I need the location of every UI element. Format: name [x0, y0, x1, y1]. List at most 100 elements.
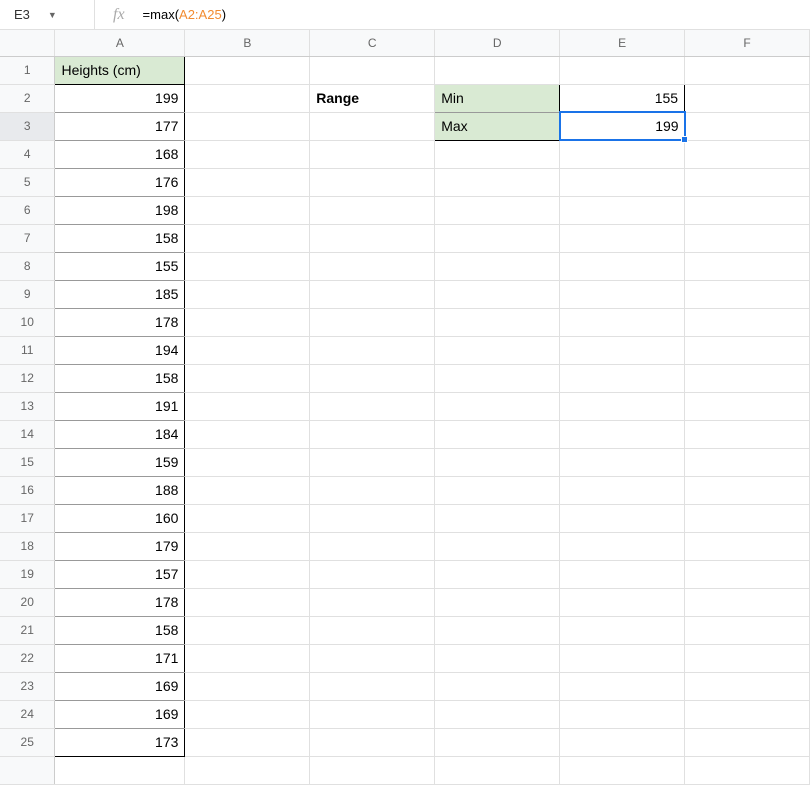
row-header-24[interactable]: 24 — [0, 700, 55, 728]
cell-F26[interactable] — [685, 756, 810, 784]
cell-B17[interactable] — [185, 504, 310, 532]
cell-B7[interactable] — [185, 224, 310, 252]
cell-D20[interactable] — [435, 588, 560, 616]
cell-A2[interactable]: 199 — [55, 84, 185, 112]
cell-A22[interactable]: 171 — [55, 644, 185, 672]
cell-E3[interactable]: 199 — [560, 112, 685, 140]
selection-fill-handle[interactable] — [681, 136, 688, 143]
cell-B14[interactable] — [185, 420, 310, 448]
cell-B9[interactable] — [185, 280, 310, 308]
formula-input[interactable]: =max(A2:A25) — [143, 0, 810, 29]
cell-D19[interactable] — [435, 560, 560, 588]
cell-B6[interactable] — [185, 196, 310, 224]
cell-B3[interactable] — [185, 112, 310, 140]
cell-E18[interactable] — [560, 532, 685, 560]
cell-F22[interactable] — [685, 644, 810, 672]
cell-A24[interactable]: 169 — [55, 700, 185, 728]
cell-C9[interactable] — [310, 280, 435, 308]
cell-B2[interactable] — [185, 84, 310, 112]
cell-C12[interactable] — [310, 364, 435, 392]
cell-F1[interactable] — [685, 56, 810, 84]
cell-F16[interactable] — [685, 476, 810, 504]
cell-F11[interactable] — [685, 336, 810, 364]
cell-D2[interactable]: Min — [435, 84, 560, 112]
cell-B18[interactable] — [185, 532, 310, 560]
row-header-19[interactable]: 19 — [0, 560, 55, 588]
cell-A13[interactable]: 191 — [55, 392, 185, 420]
cell-D4[interactable] — [435, 140, 560, 168]
cell-D5[interactable] — [435, 168, 560, 196]
cell-B12[interactable] — [185, 364, 310, 392]
cell-D18[interactable] — [435, 532, 560, 560]
cell-B15[interactable] — [185, 448, 310, 476]
cell-B20[interactable] — [185, 588, 310, 616]
cell-F23[interactable] — [685, 672, 810, 700]
cell-C13[interactable] — [310, 392, 435, 420]
cell-B5[interactable] — [185, 168, 310, 196]
cell-C3[interactable] — [310, 112, 435, 140]
cell-A6[interactable]: 198 — [55, 196, 185, 224]
row-header-22[interactable]: 22 — [0, 644, 55, 672]
cell-A11[interactable]: 194 — [55, 336, 185, 364]
cell-A17[interactable]: 160 — [55, 504, 185, 532]
cell-A16[interactable]: 188 — [55, 476, 185, 504]
cell-C4[interactable] — [310, 140, 435, 168]
cell-B16[interactable] — [185, 476, 310, 504]
cell-E23[interactable] — [560, 672, 685, 700]
cell-A3[interactable]: 177 — [55, 112, 185, 140]
cell-C11[interactable] — [310, 336, 435, 364]
cell-A15[interactable]: 159 — [55, 448, 185, 476]
cell-B26[interactable] — [185, 756, 310, 784]
cell-F21[interactable] — [685, 616, 810, 644]
row-header-4[interactable]: 4 — [0, 140, 55, 168]
cell-D21[interactable] — [435, 616, 560, 644]
cell-F4[interactable] — [685, 140, 810, 168]
cell-F25[interactable] — [685, 728, 810, 756]
cell-B1[interactable] — [185, 56, 310, 84]
select-all-corner[interactable] — [0, 30, 55, 56]
cell-E24[interactable] — [560, 700, 685, 728]
cell-F5[interactable] — [685, 168, 810, 196]
cell-F7[interactable] — [685, 224, 810, 252]
cell-B13[interactable] — [185, 392, 310, 420]
cell-E26[interactable] — [560, 756, 685, 784]
cell-D11[interactable] — [435, 336, 560, 364]
row-header-26[interactable] — [0, 756, 55, 784]
cell-E9[interactable] — [560, 280, 685, 308]
cell-D14[interactable] — [435, 420, 560, 448]
cell-C1[interactable] — [310, 56, 435, 84]
cell-C20[interactable] — [310, 588, 435, 616]
cell-C21[interactable] — [310, 616, 435, 644]
cell-F20[interactable] — [685, 588, 810, 616]
cell-B22[interactable] — [185, 644, 310, 672]
cell-F12[interactable] — [685, 364, 810, 392]
cell-D23[interactable] — [435, 672, 560, 700]
cell-A10[interactable]: 178 — [55, 308, 185, 336]
cell-A9[interactable]: 185 — [55, 280, 185, 308]
cell-C8[interactable] — [310, 252, 435, 280]
cell-B25[interactable] — [185, 728, 310, 756]
cell-D7[interactable] — [435, 224, 560, 252]
cell-C22[interactable] — [310, 644, 435, 672]
cell-F14[interactable] — [685, 420, 810, 448]
cell-C6[interactable] — [310, 196, 435, 224]
cell-D10[interactable] — [435, 308, 560, 336]
row-header-20[interactable]: 20 — [0, 588, 55, 616]
cell-A8[interactable]: 155 — [55, 252, 185, 280]
cell-E1[interactable] — [560, 56, 685, 84]
cell-E25[interactable] — [560, 728, 685, 756]
cell-B19[interactable] — [185, 560, 310, 588]
cell-A7[interactable]: 158 — [55, 224, 185, 252]
cell-F3[interactable] — [685, 112, 810, 140]
cell-A14[interactable]: 184 — [55, 420, 185, 448]
row-header-13[interactable]: 13 — [0, 392, 55, 420]
cell-A18[interactable]: 179 — [55, 532, 185, 560]
cell-D26[interactable] — [435, 756, 560, 784]
cell-A1[interactable]: Heights (cm) — [55, 56, 185, 84]
cell-E12[interactable] — [560, 364, 685, 392]
cell-D9[interactable] — [435, 280, 560, 308]
cell-A5[interactable]: 176 — [55, 168, 185, 196]
cell-C16[interactable] — [310, 476, 435, 504]
cell-A19[interactable]: 157 — [55, 560, 185, 588]
cell-F15[interactable] — [685, 448, 810, 476]
